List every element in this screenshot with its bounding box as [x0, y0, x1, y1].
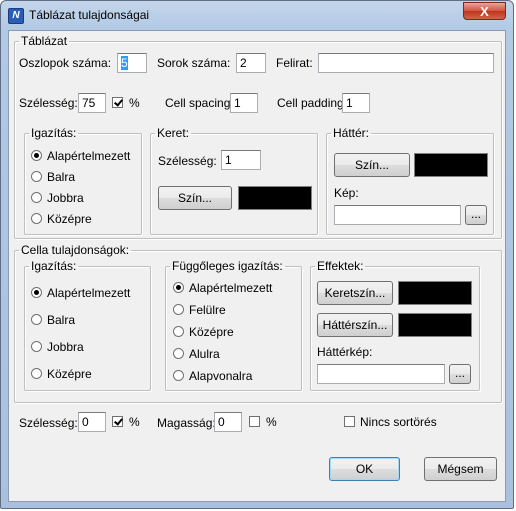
- table-width-label: Szélesség:: [19, 96, 78, 110]
- cell-height-label: Magasság:: [157, 416, 216, 430]
- background-color-swatch[interactable]: [414, 153, 488, 177]
- table-border-label: Keret:: [157, 126, 190, 140]
- table-align-left-label: Balra: [47, 170, 76, 184]
- caption-label: Felirat:: [276, 56, 313, 70]
- cell-bg-color-button[interactable]: Háttérszín...: [317, 313, 393, 337]
- border-width-label: Szélesség:: [158, 154, 217, 168]
- cell-align-right-label: Jobbra: [47, 340, 84, 354]
- table-align-center-radio[interactable]: [31, 213, 42, 224]
- cell-padding-label: Cell padding:: [277, 96, 348, 110]
- valign-bottom-radio[interactable]: [173, 348, 184, 359]
- cell-width-percent-label: %: [129, 415, 140, 429]
- background-image-label: Kép:: [334, 186, 359, 200]
- cell-spacing-label: Cell spacing:: [165, 96, 234, 110]
- cancel-button[interactable]: Mégsem: [424, 457, 497, 481]
- table-background-label: Háttér:: [333, 126, 370, 140]
- border-width-field[interactable]: 1: [221, 150, 261, 170]
- cell-padding-field[interactable]: 1: [342, 93, 370, 113]
- cell-width-label: Szélesség:: [19, 416, 78, 430]
- valign-default-label: Alapértelmezett: [189, 281, 273, 295]
- columns-label: Oszlopok száma:: [19, 56, 112, 70]
- rows-field[interactable]: 2: [236, 53, 266, 73]
- valign-baseline-radio[interactable]: [173, 370, 184, 381]
- valign-top-radio[interactable]: [173, 304, 184, 315]
- caption-field[interactable]: [318, 53, 494, 73]
- valign-top-label: Felülre: [189, 303, 226, 317]
- border-color-button[interactable]: Szín...: [158, 186, 232, 210]
- background-color-button[interactable]: Szín...: [334, 153, 410, 177]
- cell-bg-image-label: Háttérkép:: [317, 345, 373, 359]
- table-width-percent-label: %: [129, 96, 140, 110]
- table-align-left-radio[interactable]: [31, 171, 42, 182]
- cell-align-default-radio[interactable]: [31, 287, 42, 298]
- valign-middle-label: Középre: [189, 325, 234, 339]
- valign-middle-radio[interactable]: [173, 326, 184, 337]
- columns-field[interactable]: 5: [117, 53, 147, 73]
- valign-baseline-label: Alapvonalra: [189, 369, 253, 383]
- cell-group-label: Cella tulajdonságok:: [21, 243, 130, 257]
- cell-align-left-label: Balra: [47, 313, 76, 327]
- dialog-window: N Táblázat tulajdonságai X Táblázat Oszl…: [0, 0, 514, 509]
- border-color-swatch[interactable]: [238, 186, 312, 210]
- cell-align-right-radio[interactable]: [31, 341, 42, 352]
- background-image-browse-button[interactable]: ...: [465, 205, 487, 225]
- table-align-default-radio[interactable]: [31, 150, 42, 161]
- table-group-label: Táblázat: [21, 34, 68, 48]
- rows-label: Sorok száma:: [157, 56, 231, 70]
- cell-align-default-label: Alapértelmezett: [47, 286, 131, 300]
- table-width-field[interactable]: 75: [78, 93, 106, 113]
- window-title: Táblázat tulajdonságai: [29, 8, 150, 22]
- cell-height-field[interactable]: 0: [214, 412, 242, 432]
- cell-border-color-button[interactable]: Keretszín...: [317, 281, 393, 305]
- table-width-percent-checkbox[interactable]: [112, 97, 123, 108]
- cell-width-percent-checkbox[interactable]: [112, 416, 123, 427]
- cell-bg-image-browse-button[interactable]: ...: [449, 364, 471, 384]
- cell-align-center-label: Középre: [47, 367, 92, 381]
- app-icon: N: [8, 8, 24, 24]
- ok-button[interactable]: OK: [329, 457, 400, 481]
- cell-spacing-field[interactable]: 1: [230, 93, 258, 113]
- cell-height-percent-label: %: [266, 415, 277, 429]
- cell-align-center-radio[interactable]: [31, 368, 42, 379]
- title-bar[interactable]: N Táblázat tulajdonságai X: [1, 1, 513, 29]
- cell-height-percent-checkbox[interactable]: [249, 416, 260, 427]
- cell-bg-image-field[interactable]: [317, 364, 445, 384]
- table-align-right-radio[interactable]: [31, 192, 42, 203]
- dialog-client: Táblázat Oszlopok száma: 5 Sorok száma: …: [8, 30, 506, 502]
- nowrap-label: Nincs sortörés: [360, 415, 437, 429]
- cell-border-color-swatch[interactable]: [398, 281, 472, 305]
- cell-valign-label: Függőleges igazítás:: [172, 259, 283, 273]
- table-border-group: Keret:: [150, 127, 318, 235]
- background-image-field[interactable]: [334, 205, 461, 225]
- cell-width-field[interactable]: 0: [78, 412, 106, 432]
- close-button[interactable]: X: [463, 2, 506, 20]
- valign-bottom-label: Alulra: [189, 347, 220, 361]
- table-align-right-label: Jobbra: [47, 191, 84, 205]
- table-align-center-label: Középre: [47, 212, 92, 226]
- cell-align-label: Igazítás:: [31, 259, 77, 273]
- table-align-label: Igazítás:: [31, 126, 77, 140]
- nowrap-checkbox[interactable]: [344, 416, 355, 427]
- cell-align-left-radio[interactable]: [31, 314, 42, 325]
- cell-effects-label: Effektek:: [317, 259, 364, 273]
- table-align-default-label: Alapértelmezett: [47, 149, 131, 163]
- valign-default-radio[interactable]: [173, 282, 184, 293]
- cell-bg-color-swatch[interactable]: [398, 313, 472, 337]
